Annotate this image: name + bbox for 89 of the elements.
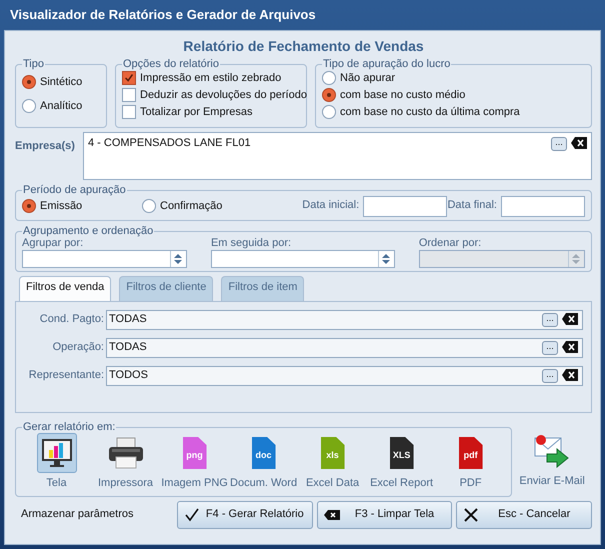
action-button[interactable]: Esc - Cancelar [456, 500, 592, 529]
clear-icon[interactable] [571, 136, 587, 148]
field-value: TODOS [109, 369, 149, 383]
browse-button[interactable]: ... [551, 136, 567, 150]
radio-button[interactable] [322, 88, 336, 102]
action-button[interactable]: F4 - Gerar Relatório [177, 500, 313, 529]
clear-icon[interactable] [562, 369, 578, 381]
checkbox[interactable] [122, 70, 136, 84]
radio-button[interactable] [322, 104, 336, 118]
browse-button[interactable]: ... [542, 313, 558, 327]
field-label: Ordenar por: [418, 236, 482, 250]
file-icon: png [182, 437, 207, 469]
email-icon [533, 434, 572, 468]
radio-label: com base no custo da última compra [340, 104, 520, 120]
option-label: Excel Report [370, 477, 434, 491]
monitor-chart-icon [40, 438, 72, 468]
field-label: Representante: [28, 369, 105, 383]
radio-label: Confirmação [160, 199, 222, 214]
checkbox-label: Deduzir as devoluções do período [140, 88, 307, 102]
spin-icon [382, 254, 390, 264]
empresas-label: Empresa(s) [15, 138, 76, 154]
date-label: Data final: [447, 199, 497, 213]
radio-label: Não apurar [340, 70, 396, 86]
group-label: Agrupamento e ordenação [22, 224, 154, 238]
field-value: TODAS [109, 341, 148, 355]
tab[interactable]: Filtros de item [221, 276, 304, 301]
radio-button[interactable] [322, 70, 336, 84]
option-label: Impressora [98, 477, 154, 491]
option-label: Imagem PNG [161, 477, 228, 491]
clear-icon[interactable] [562, 341, 578, 353]
check-icon [184, 506, 200, 523]
file-icon: doc [252, 437, 276, 469]
field-label: Operação: [52, 341, 105, 355]
filter-field[interactable]: TODAS ... [106, 310, 583, 330]
field-label: Agrupar por: [22, 236, 84, 250]
filter-field[interactable]: TODAS ... [106, 338, 583, 358]
radio-button[interactable] [22, 199, 36, 213]
date-label: Data inicial: [302, 199, 360, 213]
option-label: Excel Data [306, 477, 360, 491]
file-icon: XLS [390, 437, 414, 469]
window-title: Visualizador de Relatórios e Gerador de Arquivos [9, 6, 317, 24]
radio-label: Sintético [40, 74, 82, 90]
checkbox-label: Impressão em estilo zebrado [140, 70, 282, 86]
field-value: TODAS [109, 313, 148, 327]
action-button[interactable]: F3 - Limpar Tela [316, 500, 452, 529]
spin-icon [572, 254, 580, 264]
group-label: Período de apuração [22, 184, 127, 196]
select-field[interactable] [22, 250, 187, 268]
checkbox[interactable] [122, 104, 136, 118]
printer-icon [108, 437, 144, 469]
radio-label: Analítico [40, 98, 82, 114]
tab[interactable]: Filtros de venda [19, 276, 112, 301]
email-label: Enviar E-Mail [519, 475, 585, 489]
radio-button[interactable] [22, 98, 36, 112]
browse-button[interactable]: ... [542, 369, 558, 383]
radio-button[interactable] [142, 199, 156, 213]
field-label: Cond. Pagto: [38, 313, 105, 327]
option-label: PDF [460, 477, 482, 491]
tab[interactable]: Filtros de cliente [119, 276, 214, 301]
output-option[interactable]: doc [244, 433, 284, 473]
file-icon: pdf [458, 437, 483, 469]
clear-icon[interactable] [562, 313, 578, 325]
output-option[interactable]: pdf [450, 433, 491, 473]
group-label: Tipo [22, 58, 45, 70]
output-option[interactable] [36, 433, 76, 473]
empresas-field[interactable]: 4 - COMPENSADOS LANE FL01 ... [83, 132, 592, 180]
report-title: Relatório de Fechamento de Vendas [182, 38, 425, 56]
option-label: Docum. Word [230, 477, 298, 491]
store-params-label: Armazenar parâmetros [20, 508, 134, 522]
file-icon: xls [320, 437, 345, 469]
filter-field[interactable]: TODOS ... [106, 366, 583, 386]
date-field[interactable] [500, 196, 585, 216]
radio-button[interactable] [22, 74, 36, 88]
group-label: Opções do relatório [122, 58, 220, 70]
checkbox[interactable] [122, 88, 136, 102]
date-field[interactable] [363, 196, 448, 216]
select-field[interactable] [210, 250, 395, 268]
radio-label: Emissão [40, 199, 82, 214]
radio-label: com base no custo médio [340, 88, 466, 102]
spin-icon [174, 254, 182, 264]
group-label: Tipo de apuração do lucro [322, 58, 452, 70]
field-value: 4 - COMPENSADOS LANE FL01 [88, 136, 251, 148]
browse-button[interactable]: ... [542, 341, 558, 355]
checkbox-label: Totalizar por Empresas [140, 104, 252, 120]
close-icon [463, 506, 480, 523]
field-label: Em seguida por: [210, 236, 292, 250]
output-option[interactable]: XLS [382, 433, 422, 473]
group-label: Gerar relatório em: [22, 421, 116, 434]
option-label: Tela [46, 477, 67, 491]
